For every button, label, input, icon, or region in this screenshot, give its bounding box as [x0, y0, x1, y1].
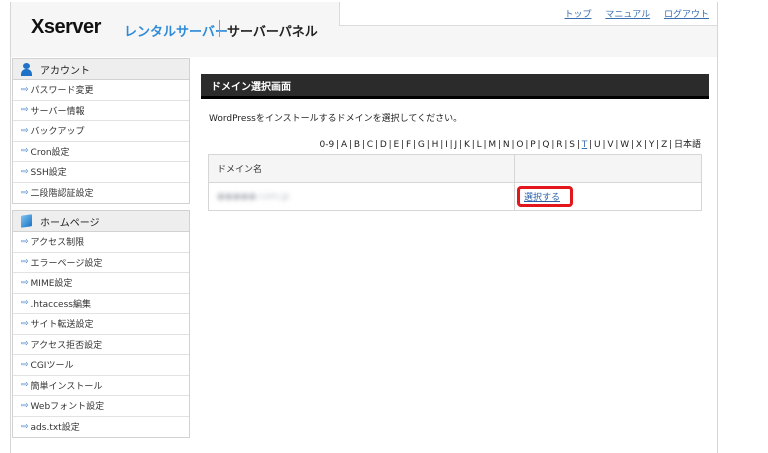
arrow-right-icon: ⇨	[21, 380, 29, 391]
domain-table: ドメイン名 ●●●●●.com.jp 選択する	[208, 154, 702, 211]
arrow-right-icon: ⇨	[21, 298, 29, 309]
sidebar-item-label: ads.txt設定	[30, 423, 80, 434]
sidebar-category-homepage: ホームページ	[12, 210, 190, 232]
sidebar-item-label: サイト転送設定	[30, 320, 94, 331]
sidebar-item-htaccess[interactable]: ⇨ .htaccess編集	[13, 293, 189, 314]
sidebar-item-site-redirect[interactable]: ⇨ サイト転送設定	[13, 314, 189, 335]
logo-subtitle: レンタルサーバー	[124, 25, 228, 40]
sidebar-item-label: バックアップ	[30, 127, 85, 138]
sidebar-item-label: パスワード変更	[30, 86, 94, 97]
table-row: ●●●●●.com.jp 選択する	[208, 182, 702, 211]
sidebar-item-mime[interactable]: ⇨ MIME設定	[13, 273, 189, 294]
sidebar-item-label: .htaccess編集	[30, 299, 91, 310]
description-text: WordPressをインストールするドメインを選択してください。	[209, 114, 463, 124]
page-frame: Xserver レンタルサーバー サーバーパネル トップ マニュアル ログアウト…	[10, 2, 718, 453]
arrow-right-icon: ⇨	[21, 84, 29, 95]
alphabet-filter: 0-9 | A | B | C | D | E | F | G | H | I …	[201, 137, 709, 150]
arrow-right-icon: ⇨	[21, 257, 29, 268]
alphabet-links[interactable]: 0-9 | A | B | C | D | E | F | G | H | I …	[320, 140, 580, 150]
arrow-right-icon: ⇨	[21, 400, 29, 411]
arrow-right-icon: ⇨	[21, 166, 29, 177]
arrow-right-icon: ⇨	[21, 277, 29, 288]
sidebar-item-web-font[interactable]: ⇨ Webフォント設定	[13, 396, 189, 417]
highlight-box: 選択する	[517, 186, 574, 207]
category-label: ホームページ	[40, 217, 100, 229]
arrow-right-icon: ⇨	[21, 146, 29, 157]
sidebar-item-label: アクセス制限	[30, 238, 85, 249]
sidebar-category-account: アカウント	[12, 58, 190, 80]
sidebar-item-label: CGIツール	[30, 361, 74, 372]
logo: Xserver	[31, 16, 101, 38]
select-domain-link[interactable]: 選択する	[524, 193, 560, 203]
column-header-action	[514, 154, 702, 183]
domain-name-blurred: ●●●●●.com.jp	[217, 191, 290, 202]
sidebar-item-label: Webフォント設定	[30, 402, 105, 413]
sidebar-item-easy-install[interactable]: ⇨ 簡単インストール	[13, 375, 189, 396]
sidebar-item-cgi-tools[interactable]: ⇨ CGIツール	[13, 355, 189, 376]
arrow-right-icon: ⇨	[21, 236, 29, 247]
sidebar-item-ads-txt[interactable]: ⇨ ads.txt設定	[13, 416, 189, 437]
sidebar-item-password[interactable]: ⇨ パスワード変更	[13, 80, 189, 101]
arrow-right-icon: ⇨	[21, 105, 29, 116]
book-icon	[21, 214, 32, 228]
sidebar: アカウント ⇨ パスワード変更 ⇨ サーバー情報 ⇨ バックアップ ⇨ Cron設定 ⇨…	[12, 58, 190, 444]
action-cell: 選択する	[514, 182, 702, 211]
sidebar-item-backup[interactable]: ⇨ バックアップ	[13, 121, 189, 142]
main-content: ドメイン選択画面 WordPressをインストールするドメインを選択してください…	[201, 74, 709, 211]
sidebar-item-2fa[interactable]: ⇨ 二段階認証設定	[13, 182, 189, 203]
logo-separator	[219, 20, 220, 37]
header: Xserver レンタルサーバー サーバーパネル トップ マニュアル ログアウト	[11, 2, 717, 57]
sidebar-item-label: アクセス拒否設定	[30, 340, 103, 351]
link-manual[interactable]: マニュアル	[605, 10, 650, 20]
arrow-right-icon: ⇨	[21, 421, 29, 432]
arrow-right-icon: ⇨	[21, 318, 29, 329]
sidebar-item-cron[interactable]: ⇨ Cron設定	[13, 141, 189, 162]
sidebar-item-label: 二段階認証設定	[30, 189, 94, 200]
arrow-right-icon: ⇨	[21, 125, 29, 136]
account-menu: ⇨ パスワード変更 ⇨ サーバー情報 ⇨ バックアップ ⇨ Cron設定 ⇨ SSH設定 …	[12, 80, 190, 204]
arrow-right-icon: ⇨	[21, 359, 29, 370]
alphabet-links-rest[interactable]: | U | V | W | X | Y | Z | 日本語	[589, 140, 701, 150]
sidebar-item-access-limit[interactable]: ⇨ アクセス制限	[13, 232, 189, 253]
sidebar-item-label: 簡単インストール	[30, 381, 103, 392]
sidebar-item-label: エラーページ設定	[30, 258, 103, 269]
sidebar-item-server-info[interactable]: ⇨ サーバー情報	[13, 100, 189, 121]
sidebar-item-label: Cron設定	[30, 147, 70, 158]
homepage-menu: ⇨ アクセス制限 ⇨ エラーページ設定 ⇨ MIME設定 ⇨ .htaccess編集 ⇨…	[12, 232, 190, 438]
category-label: アカウント	[40, 65, 90, 77]
top-links: トップ マニュアル ログアウト	[553, 7, 709, 20]
page-title: ドメイン選択画面	[201, 74, 709, 99]
table-header-row: ドメイン名	[208, 154, 702, 183]
domain-cell: ●●●●●.com.jp	[208, 182, 515, 211]
column-header-domain: ドメイン名	[208, 154, 515, 183]
alphabet-link-t[interactable]: T	[582, 140, 588, 150]
sidebar-item-label: サーバー情報	[30, 106, 85, 117]
link-top[interactable]: トップ	[564, 10, 591, 20]
link-logout[interactable]: ログアウト	[664, 10, 709, 20]
sidebar-item-access-deny[interactable]: ⇨ アクセス拒否設定	[13, 334, 189, 355]
sidebar-item-ssh[interactable]: ⇨ SSH設定	[13, 162, 189, 183]
sidebar-item-error-page[interactable]: ⇨ エラーページ設定	[13, 252, 189, 273]
person-icon	[21, 62, 32, 76]
sidebar-item-label: SSH設定	[30, 168, 67, 179]
sidebar-item-label: MIME設定	[30, 279, 73, 290]
panel-title: サーバーパネル	[227, 25, 318, 40]
arrow-right-icon: ⇨	[21, 187, 29, 198]
arrow-right-icon: ⇨	[21, 339, 29, 350]
